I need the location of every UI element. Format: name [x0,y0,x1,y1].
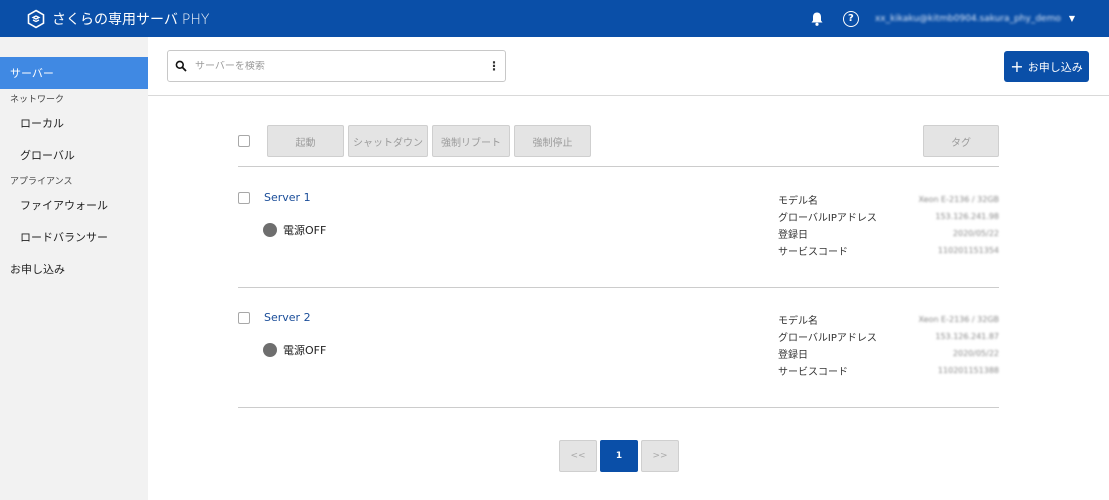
spec-model: モデル名 Xeon E-2136 / 32GB [778,191,999,208]
sidebar-heading-appliance: アプライアンス [10,176,73,187]
spec-label: モデル名 [778,196,818,207]
help-icon[interactable]: ? [842,10,859,27]
spec-value: Xeon E-2136 / 32GB [918,315,1000,324]
spec-value: 110201151354 [937,246,999,255]
spec-value: 110201151388 [937,366,999,375]
power-status-icon [263,223,277,237]
spec-label: サービスコード [778,367,848,378]
power-status: 電源OFF [263,222,326,238]
brand-suffix: PHY [181,11,210,28]
brand-logo[interactable]: さくらの専用サーバ PHY [26,9,209,29]
chevron-down-icon[interactable]: ▼ [1069,14,1075,23]
server-row: Server 2 電源OFF モデル名 Xeon E-2136 / 32GB グ… [238,309,999,409]
force-reboot-button[interactable]: 強制リブート [432,125,510,157]
server-row: Server 1 電源OFF モデル名 Xeon E-2136 / 32GB グ… [238,189,999,289]
search-icon [175,60,187,72]
spec-label: モデル名 [778,316,818,327]
spec-value: Xeon E-2136 / 32GB [918,195,1000,204]
spec-model: モデル名 Xeon E-2136 / 32GB [778,311,999,328]
spec-value: 2020/05/22 [952,349,999,358]
server-specs: モデル名 Xeon E-2136 / 32GB グローバルIPアドレス 153.… [778,311,999,379]
search-input[interactable] [195,60,487,72]
power-status-icon [263,343,277,357]
sidebar-item-load-balancer[interactable]: ロードバランサー [0,221,148,253]
prev-page-button[interactable]: << [559,440,597,472]
user-email[interactable]: xx_kikaku@kitmb0904.sakura_phy_demo [875,14,1061,24]
sidebar-item-apply[interactable]: お申し込み [0,253,148,285]
top-bar: さくらの専用サーバ PHY ? xx_kikaku@kitmb0904.sakur… [0,0,1109,37]
server-checkbox[interactable] [238,192,250,204]
brand-name: さくらの専用サーバ PHY [52,9,209,29]
shutdown-button[interactable]: シャットダウン [348,125,428,157]
spec-label: 登録日 [778,230,808,241]
start-button[interactable]: 起動 [267,125,344,157]
brand-title: さくらの専用サーバ [52,11,178,28]
select-all-checkbox[interactable] [238,135,250,147]
page-1-button[interactable]: 1 [600,440,638,472]
sidebar: サーバー ネットワーク ローカル グローバル アプライアンス ファイアウォール … [0,37,148,500]
server-checkbox[interactable] [238,312,250,324]
sidebar-item-global[interactable]: グローバル [0,139,148,171]
spec-value: 153.126.241.87 [935,332,999,341]
server-name-link[interactable]: Server 1 [264,191,311,204]
cube-logo-icon [27,9,45,28]
next-page-button[interactable]: >> [641,440,679,472]
sidebar-item-servers[interactable]: サーバー [0,57,148,89]
header-actions: ? xx_kikaku@kitmb0904.sakura_phy_demo ▼ [809,0,1075,37]
divider [238,287,999,288]
spec-global-ip: グローバルIPアドレス 153.126.241.98 [778,208,999,225]
sidebar-item-firewall[interactable]: ファイアウォール [0,189,148,221]
spec-registered: 登録日 2020/05/22 [778,225,999,242]
plus-icon: + [1010,56,1024,76]
power-status-label: 電源OFF [283,224,327,237]
sidebar-heading-network: ネットワーク [10,94,65,105]
spec-label: グローバルIPアドレス [778,333,877,344]
spec-global-ip: グローバルIPアドレス 153.126.241.87 [778,328,999,345]
server-name-link[interactable]: Server 2 [264,311,311,324]
apply-button-label: お申し込み [1027,60,1083,74]
sidebar-item-local[interactable]: ローカル [0,107,148,139]
bell-icon[interactable] [809,11,825,27]
spec-label: グローバルIPアドレス [778,213,877,224]
spec-label: 登録日 [778,350,808,361]
server-specs: モデル名 Xeon E-2136 / 32GB グローバルIPアドレス 153.… [778,191,999,259]
tag-button[interactable]: タグ [923,125,999,157]
apply-button[interactable]: + お申し込み [1004,51,1089,82]
spec-service-code: サービスコード 110201151388 [778,362,999,379]
toolbar: ⋮ + お申し込み [148,37,1109,96]
search-box: ⋮ [167,50,506,82]
power-status-label: 電源OFF [283,344,327,357]
divider [238,407,999,408]
spec-label: サービスコード [778,247,848,258]
more-options-icon[interactable]: ⋮ [487,59,501,73]
spec-value: 2020/05/22 [952,229,999,238]
divider [238,166,999,167]
spec-value: 153.126.241.98 [935,212,999,221]
force-stop-button[interactable]: 強制停止 [514,125,591,157]
spec-registered: 登録日 2020/05/22 [778,345,999,362]
bulk-actions: 起動 シャットダウン 強制リブート 強制停止 タグ [238,125,999,157]
power-status: 電源OFF [263,342,326,358]
spec-service-code: サービスコード 110201151354 [778,242,999,259]
main-content: ⋮ + お申し込み 起動 シャットダウン 強制リブート 強制停止 タグ Serv… [148,37,1109,500]
